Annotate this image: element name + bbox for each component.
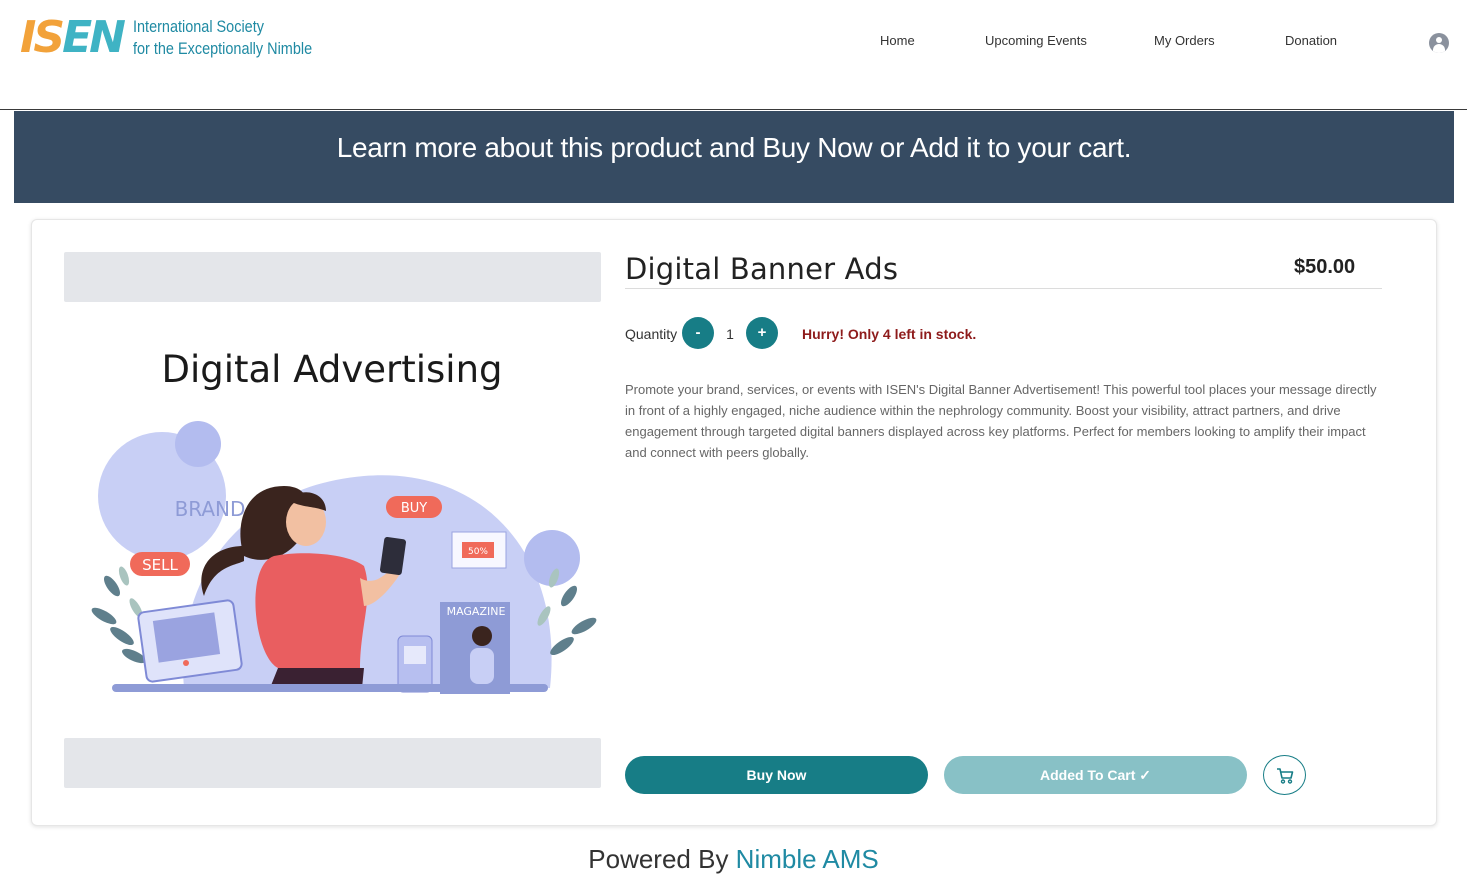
magazine-label: MAGAZINE (447, 605, 506, 618)
page-banner: Learn more about this product and Buy No… (14, 111, 1454, 203)
nav-donation[interactable]: Donation (1285, 33, 1337, 48)
stock-warning: Hurry! Only 4 left in stock. (802, 326, 977, 342)
nav-home[interactable]: Home (880, 33, 915, 48)
shopping-cart-icon (1277, 768, 1294, 784)
sell-label: SELL (142, 556, 178, 574)
nav-my-orders[interactable]: My Orders (1154, 33, 1215, 48)
product-title: Digital Banner Ads (625, 252, 899, 286)
image-carousel-top-bar (64, 252, 601, 302)
product-card: Digital Advertising BRAND BUY SELL 50% M… (31, 219, 1437, 826)
discount-label: 50% (468, 547, 488, 557)
brand-label: BRAND (175, 497, 246, 521)
view-cart-button[interactable] (1263, 755, 1306, 795)
nimble-ams-link[interactable]: Nimble AMS (736, 844, 879, 874)
user-profile-icon[interactable] (1429, 33, 1449, 53)
title-divider (625, 288, 1382, 289)
product-price: $50.00 (1294, 256, 1356, 278)
quantity-increase-button[interactable]: + (746, 317, 778, 349)
buy-now-button[interactable]: Buy Now (625, 756, 928, 794)
product-image: Digital Advertising BRAND BUY SELL 50% M… (91, 348, 597, 694)
quantity-value: 1 (726, 326, 734, 342)
powered-by-footer: Powered By Nimble AMS (0, 844, 1467, 875)
quantity-label: Quantity (625, 326, 678, 342)
product-image-heading: Digital Advertising (161, 348, 502, 391)
powered-by-text: Powered By (588, 844, 736, 874)
buy-label: BUY (401, 501, 427, 516)
product-description: Promote your brand, services, or events … (625, 382, 1377, 460)
nav-upcoming-events[interactable]: Upcoming Events (985, 33, 1087, 48)
added-to-cart-button[interactable]: Added To Cart ✓ (944, 756, 1247, 794)
image-carousel-bottom-bar (64, 738, 601, 788)
site-header: ISEN International Society for the Excep… (0, 0, 1467, 110)
main-nav: Home Upcoming Events My Orders Donation (0, 33, 1467, 53)
quantity-decrease-button[interactable]: - (682, 317, 714, 349)
